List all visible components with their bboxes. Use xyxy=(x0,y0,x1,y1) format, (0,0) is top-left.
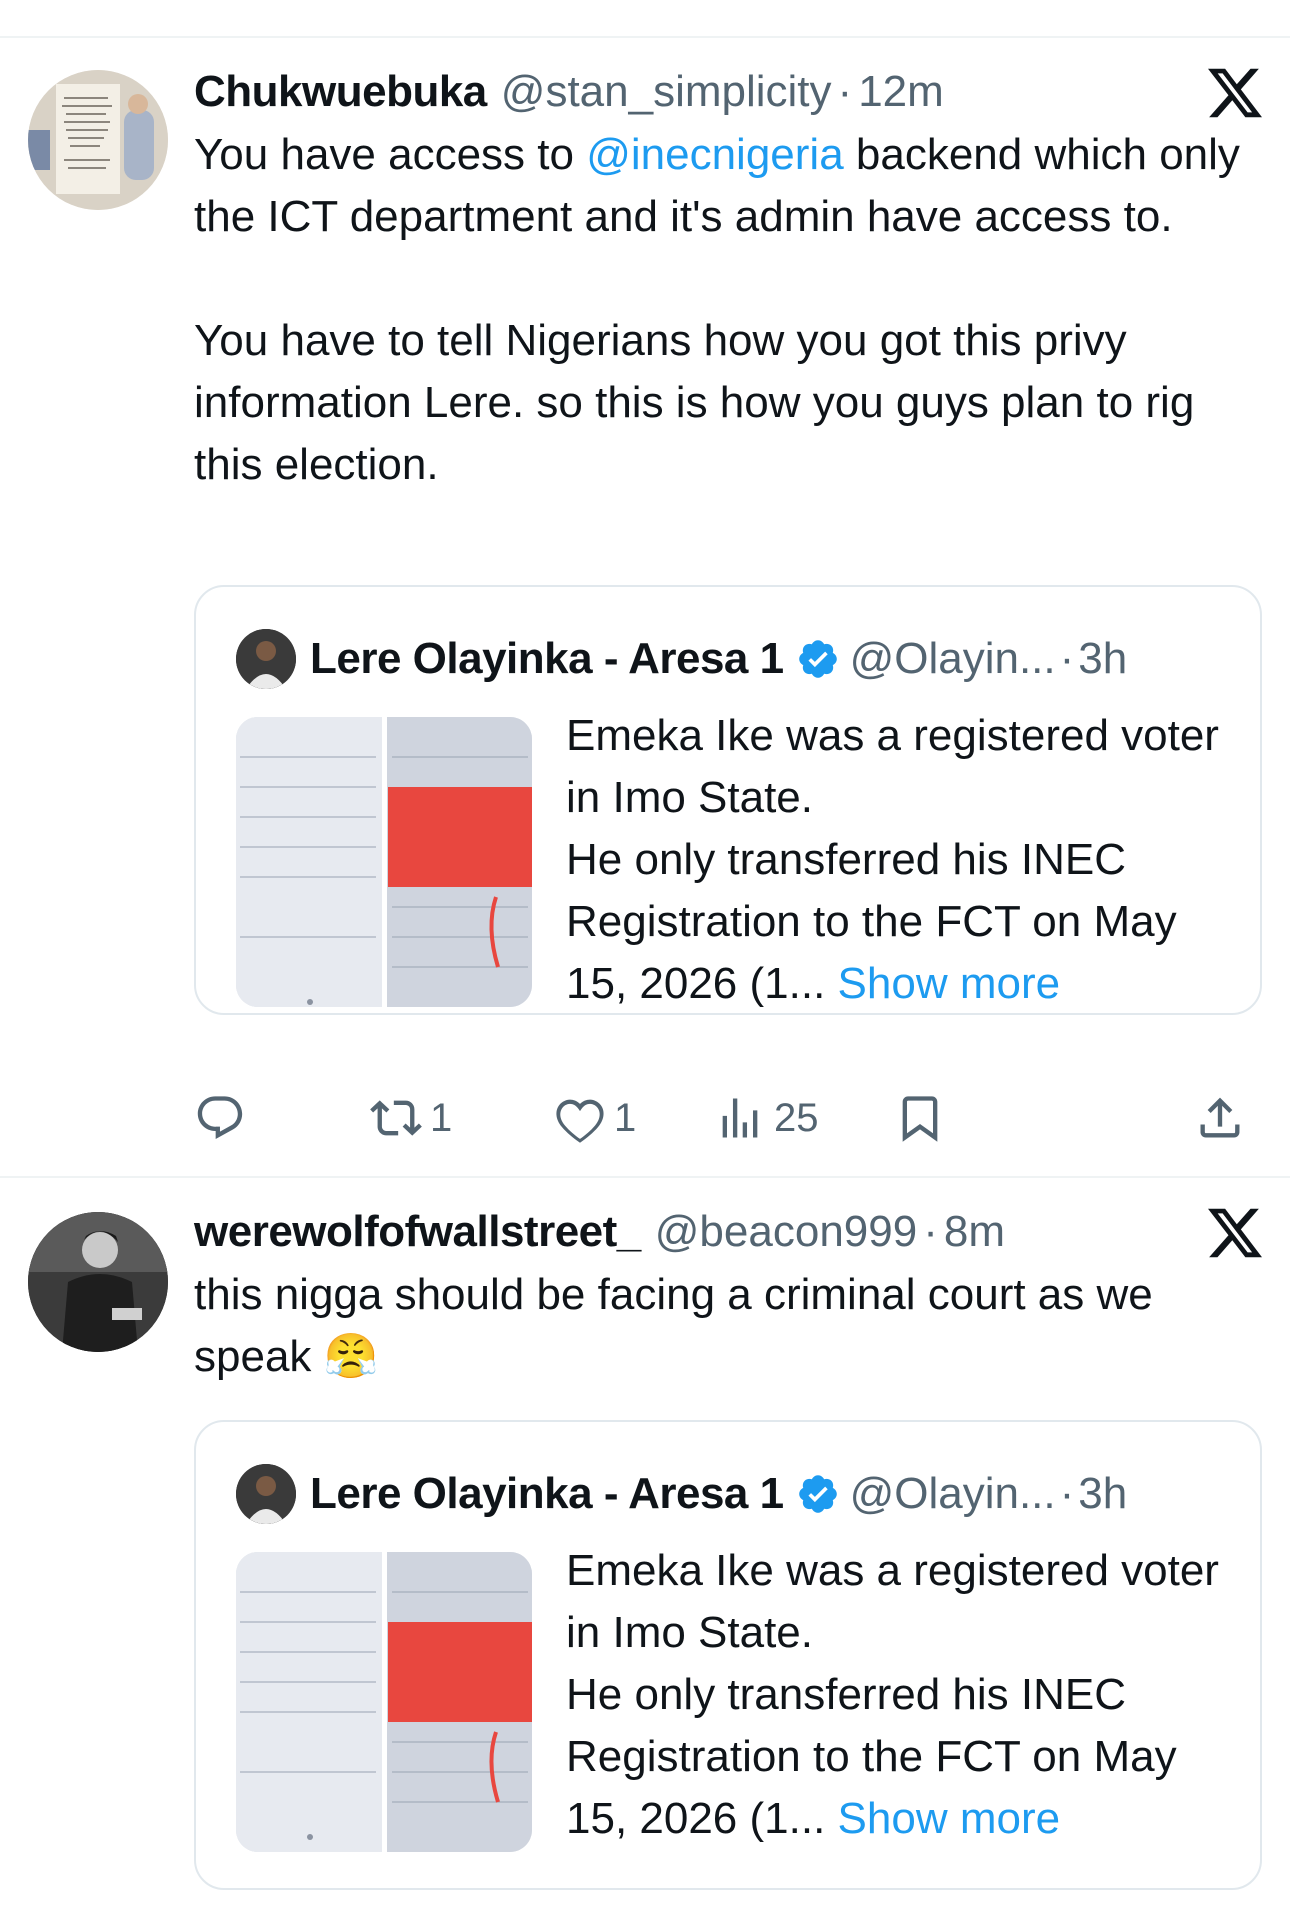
repost-button[interactable]: 1 xyxy=(370,1088,452,1148)
bookmark-button[interactable] xyxy=(894,1088,946,1148)
share-button[interactable] xyxy=(1194,1088,1246,1148)
x-logo-icon xyxy=(1208,1208,1262,1258)
views-button[interactable]: 25 xyxy=(714,1088,819,1148)
quote-timestamp[interactable]: 3h xyxy=(1078,1469,1127,1519)
tweet-body: Chukwuebuka @stan_simplicity · 12m You h… xyxy=(194,60,1264,496)
separator: · xyxy=(1059,1469,1075,1518)
author-handle[interactable]: @beacon999 xyxy=(655,1207,917,1257)
quote-author-name[interactable]: Lere Olayinka - Aresa 1 xyxy=(310,634,784,684)
quote-text: Emeka Ike was a registered voter in Imo … xyxy=(566,705,1246,1015)
repost-count: 1 xyxy=(430,1095,453,1140)
quote-author-handle[interactable]: @Olayin... xyxy=(850,634,1056,684)
verified-badge-icon xyxy=(798,640,837,678)
like-button[interactable]: 1 xyxy=(554,1088,636,1148)
quote-avatar[interactable] xyxy=(236,1464,296,1524)
avatar[interactable] xyxy=(28,70,168,210)
separator: · xyxy=(1059,634,1075,683)
show-more-link[interactable]: Show more xyxy=(838,959,1061,1008)
repost-icon xyxy=(370,1100,422,1136)
separator: · xyxy=(837,67,853,116)
action-bar: 1 1 25 xyxy=(194,1088,1264,1148)
quote-timestamp[interactable]: 3h xyxy=(1078,634,1127,684)
show-more-link[interactable]: Show more xyxy=(838,1794,1061,1843)
text-segment: You have access to xyxy=(194,130,587,179)
quote-author-name[interactable]: Lere Olayinka - Aresa 1 xyxy=(310,1469,784,1519)
quote-header: Lere Olayinka - Aresa 1 @Olayin... · 3h xyxy=(236,627,1127,691)
tweet-divider xyxy=(0,1176,1290,1178)
tweet-text-paragraph: You have to tell Nigerians how you got t… xyxy=(194,316,1195,489)
author-name[interactable]: Chukwuebuka xyxy=(194,67,487,117)
quoted-tweet[interactable]: Lere Olayinka - Aresa 1 @Olayin... · 3h xyxy=(194,585,1262,1015)
tweet-header: werewolfofwallstreet_ @beacon999 · 8m xyxy=(194,1200,1264,1264)
quote-avatar[interactable] xyxy=(236,629,296,689)
quote-media-image[interactable] xyxy=(236,717,532,1007)
quote-text: Emeka Ike was a registered voter in Imo … xyxy=(566,1540,1246,1850)
author-name[interactable]: werewolfofwallstreet_ xyxy=(194,1207,641,1257)
views-count: 25 xyxy=(774,1095,819,1140)
reply-button[interactable] xyxy=(194,1088,246,1148)
separator: · xyxy=(923,1207,938,1256)
tweet-text: You have access to @inecnigeria backend … xyxy=(194,124,1264,248)
author-handle[interactable]: @stan_simplicity xyxy=(501,67,832,117)
timestamp[interactable]: 12m xyxy=(858,67,944,117)
tweet-text: this nigga should be facing a criminal c… xyxy=(194,1264,1264,1388)
face-with-steam-emoji: 😤 xyxy=(323,1332,379,1381)
tweet-body: werewolfofwallstreet_ @beacon999 · 8m th… xyxy=(194,1200,1264,1388)
avatar[interactable] xyxy=(28,1212,168,1352)
quote-media-image[interactable] xyxy=(236,1552,532,1852)
share-icon xyxy=(1200,1097,1240,1138)
mention-link[interactable]: @inecnigeria xyxy=(586,130,843,179)
like-icon xyxy=(556,1099,604,1143)
views-icon xyxy=(722,1098,758,1138)
like-count: 1 xyxy=(614,1095,637,1140)
bookmark-icon xyxy=(902,1096,938,1142)
tweet-header: Chukwuebuka @stan_simplicity · 12m xyxy=(194,60,1264,124)
quote-author-handle[interactable]: @Olayin... xyxy=(850,1469,1056,1519)
reply-icon xyxy=(197,1096,243,1139)
quote-header: Lere Olayinka - Aresa 1 @Olayin... · 3h xyxy=(236,1462,1127,1526)
top-divider xyxy=(0,36,1290,38)
quoted-tweet[interactable]: Lere Olayinka - Aresa 1 @Olayin... · 3h xyxy=(194,1420,1262,1890)
timestamp[interactable]: 8m xyxy=(944,1207,1005,1257)
x-logo-icon xyxy=(1208,68,1262,118)
verified-badge-icon xyxy=(798,1475,837,1513)
